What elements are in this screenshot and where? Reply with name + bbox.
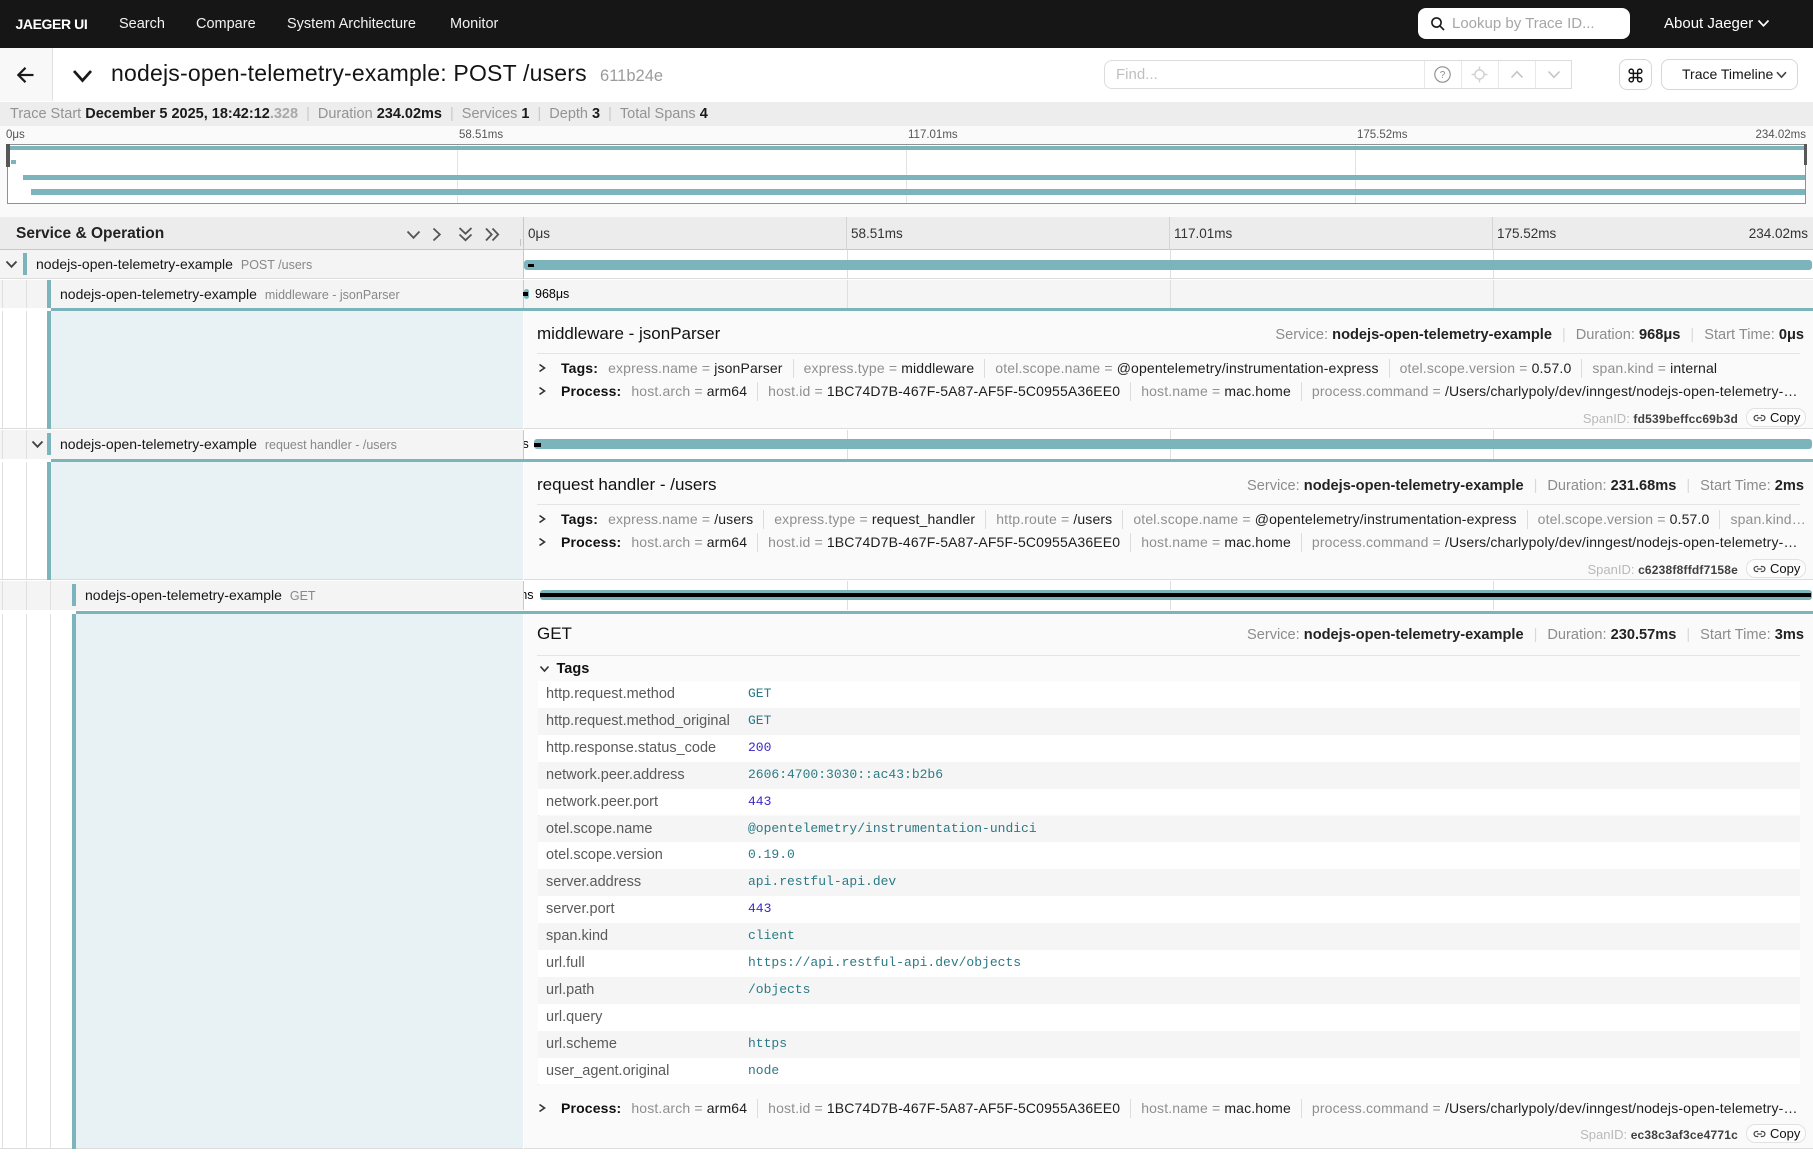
svg-text:?: ? [1440, 70, 1446, 81]
